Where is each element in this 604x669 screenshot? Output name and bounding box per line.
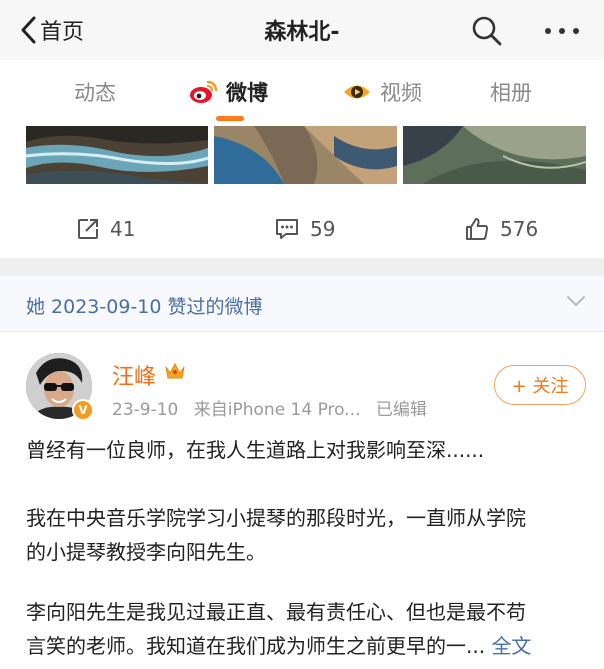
post-date: 23-9-10	[112, 400, 179, 420]
profile-tabs: 动态 微博 视频 相册	[0, 60, 604, 126]
post-edited-label: 已编辑	[375, 400, 427, 420]
weibo-logo-icon	[190, 80, 218, 103]
tab-weibo[interactable]: 微博	[188, 76, 268, 108]
tab-label: 微博	[226, 81, 268, 105]
post-image[interactable]	[403, 126, 586, 184]
page-title: 森林北-	[264, 20, 340, 45]
repost-count: 41	[110, 217, 136, 241]
tab-video[interactable]: 视频	[342, 76, 422, 108]
post-text-line: 李向阳先生是我见过最正直、最有责任心、但也是最不苟	[26, 600, 526, 624]
thumbs-up-icon	[466, 218, 489, 240]
post-text-line: 的小提琴教授李向阳先生。	[26, 540, 266, 564]
like-button[interactable]: 576	[464, 212, 538, 246]
post-source: 来自iPhone 14 Pro...	[193, 400, 361, 420]
section-divider	[0, 258, 604, 276]
full-text-link[interactable]: 全文	[491, 634, 531, 658]
post-username[interactable]: 汪峰	[112, 359, 156, 391]
post-action-bar: 41 59 576	[0, 200, 604, 260]
chevron-down-icon	[567, 296, 585, 306]
repost-button[interactable]: 41	[76, 212, 135, 246]
post-image[interactable]	[214, 126, 397, 184]
post-image[interactable]	[26, 126, 208, 184]
tab-label: 相册	[490, 81, 532, 105]
liked-post-card: V 汪峰 23-9-10 来自iPhone 14 Pro... 已编辑 + 关注…	[0, 333, 604, 669]
verified-badge-icon: V	[72, 399, 94, 421]
post-text-line-last: 言笑的老师。我知道在我们成为师生之前更早的一... 全文	[26, 629, 531, 663]
crown-icon[interactable]	[164, 361, 186, 381]
liked-header[interactable]: 她 2023-09-10 赞过的微博	[0, 276, 604, 332]
comment-icon	[276, 219, 298, 239]
post-text-line: 言笑的老师。我知道在我们成为师生之前更早的一...	[26, 634, 486, 658]
more-button[interactable]	[540, 14, 584, 48]
active-tab-indicator	[216, 116, 244, 121]
tab-label: 视频	[380, 81, 422, 105]
follow-button[interactable]: + 关注	[494, 365, 586, 405]
video-icon	[344, 85, 370, 99]
repost-icon	[78, 219, 98, 239]
post-text-line: 曾经有一位良师，在我人生道路上对我影响至深......	[26, 438, 485, 462]
post-meta: 23-9-10 来自iPhone 14 Pro... 已编辑	[112, 395, 427, 420]
comment-button[interactable]: 59	[274, 212, 335, 246]
post-text-line: 我在中央音乐学院学习小提琴的那段时光，一直师从学院	[26, 506, 526, 530]
previous-post-images	[0, 126, 604, 184]
tab-album[interactable]: 相册	[490, 76, 532, 108]
search-icon	[472, 16, 502, 46]
search-button[interactable]	[470, 14, 504, 48]
tab-label: 动态	[74, 81, 116, 105]
comment-count: 59	[310, 217, 336, 241]
more-dots-icon	[545, 28, 579, 34]
top-nav-bar: 首页 森林北-	[0, 0, 604, 60]
like-count: 576	[500, 217, 539, 241]
tab-dongtai[interactable]: 动态	[74, 76, 116, 108]
liked-date-label: 她 2023-09-10 赞过的微博	[26, 296, 263, 318]
